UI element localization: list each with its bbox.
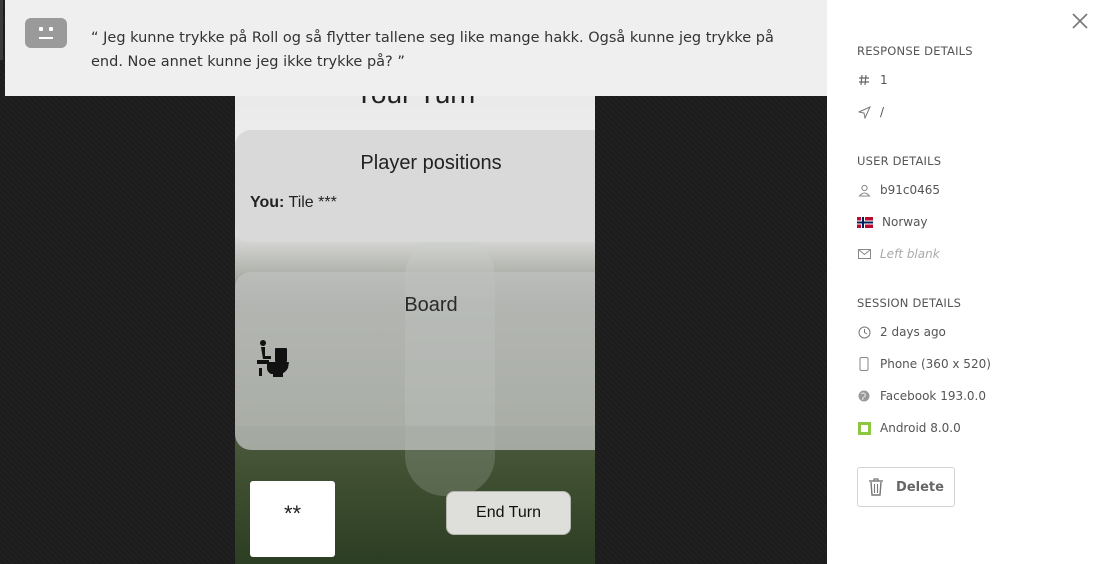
turn-header: Your Turn xyxy=(235,96,595,110)
session-details-heading: SESSION DETAILS xyxy=(857,296,962,310)
details-panel: RESPONSE DETAILS 1 / USER DETAILS b91c04… xyxy=(827,0,1104,564)
hash-icon xyxy=(857,73,871,87)
response-number-row: 1 xyxy=(857,71,888,89)
neutral-face-icon xyxy=(25,18,67,48)
os: Android 8.0.0 xyxy=(880,421,961,435)
response-path-row: / xyxy=(857,103,884,121)
user-id-row: b91c0465 xyxy=(857,181,940,199)
device-row: Phone (360 x 520) xyxy=(857,355,991,373)
mail-icon xyxy=(857,247,871,261)
clock-icon xyxy=(857,325,871,339)
player-positions-card: Player positions You: Tile *** xyxy=(235,130,595,242)
android-icon xyxy=(857,421,871,435)
phone-screenshot: Your Turn Player positions You: Tile ***… xyxy=(235,96,595,564)
response-number: 1 xyxy=(880,73,888,87)
globe-icon xyxy=(857,389,871,403)
email: Left blank xyxy=(880,247,940,261)
email-row: Left blank xyxy=(857,245,940,263)
end-turn-button: End Turn xyxy=(446,491,571,535)
board-title: Board xyxy=(404,294,458,316)
response-path: / xyxy=(880,105,885,119)
player-label: You: xyxy=(250,194,285,211)
device: Phone (360 x 520) xyxy=(880,357,991,371)
browser: Facebook 193.0.0 xyxy=(880,389,987,403)
left-edge-bar xyxy=(0,0,3,60)
browser-row: Facebook 193.0.0 xyxy=(857,387,986,405)
norway-flag-icon xyxy=(857,215,873,229)
user-icon xyxy=(857,183,871,197)
dice-display: ** xyxy=(250,481,335,557)
delete-label: Delete xyxy=(896,479,944,495)
response-details-heading: RESPONSE DETAILS xyxy=(857,44,973,58)
feedback-quote: “ Jeg kunne trykke på Roll og så flytter… xyxy=(91,30,774,70)
toilet-icon xyxy=(257,340,289,377)
player-tile-value: Tile *** xyxy=(288,194,337,211)
time-row: 2 days ago xyxy=(857,323,946,341)
country: Norway xyxy=(882,215,928,229)
player-positions-title: Player positions xyxy=(360,152,502,174)
country-row: Norway xyxy=(857,213,928,231)
user-details-heading: USER DETAILS xyxy=(857,154,942,168)
close-icon[interactable] xyxy=(1071,12,1089,30)
feedback-bubble: “ Jeg kunne trykke på Roll og så flytter… xyxy=(5,0,839,96)
board-card: Board xyxy=(235,272,595,450)
os-row: Android 8.0.0 xyxy=(857,419,961,437)
send-icon xyxy=(857,105,871,119)
user-id: b91c0465 xyxy=(880,183,941,197)
trash-icon xyxy=(869,478,884,496)
phone-icon xyxy=(857,357,871,371)
player-position-line: You: Tile *** xyxy=(250,194,337,212)
delete-button[interactable]: Delete xyxy=(857,467,955,507)
time-ago: 2 days ago xyxy=(880,325,946,339)
